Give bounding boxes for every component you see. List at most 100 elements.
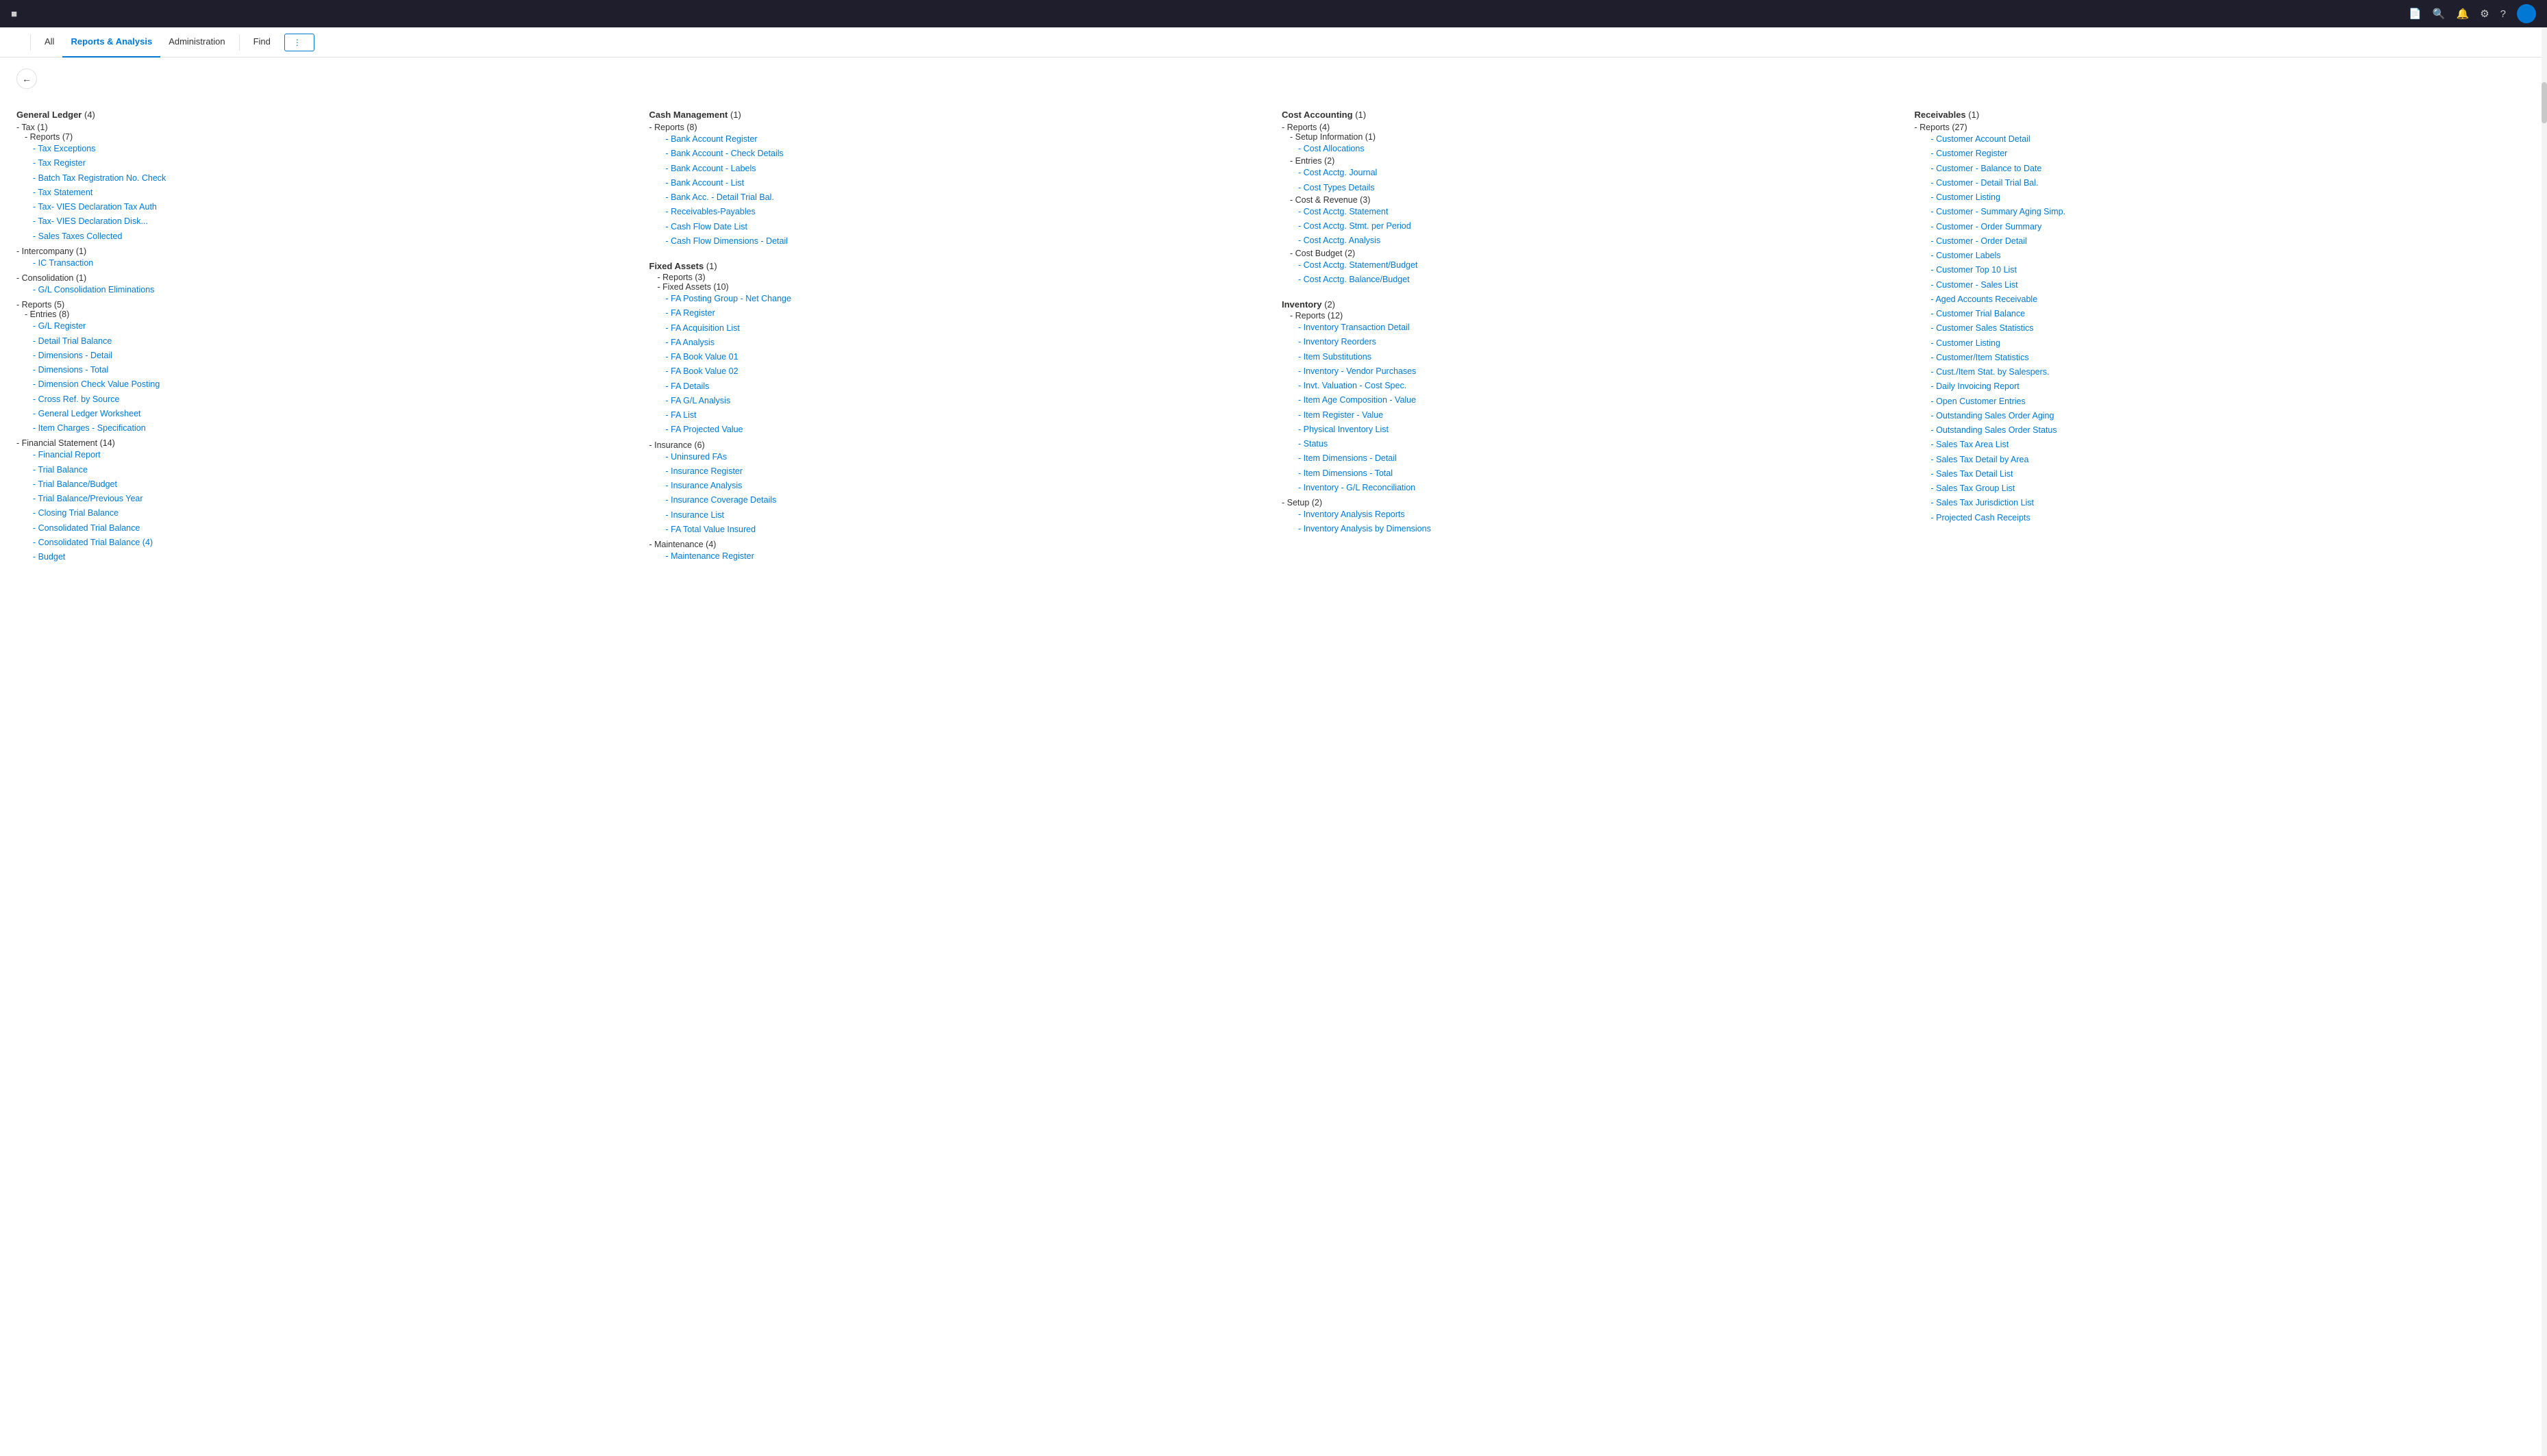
link-item-2-2-1[interactable]: - Inventory Analysis by Dimensions bbox=[1282, 522, 1898, 536]
link-item-3-0-8[interactable]: - Customer Labels bbox=[1915, 249, 2531, 263]
avatar[interactable] bbox=[2517, 4, 2536, 23]
link-item-3-0-23[interactable]: - Sales Tax Detail List bbox=[1915, 467, 2531, 481]
link-item-1-1-11[interactable]: - FA Projected Value bbox=[649, 423, 1266, 437]
link-item-2-1-9[interactable]: - Status bbox=[1282, 437, 1898, 451]
document-icon[interactable]: 📄 bbox=[2409, 8, 2422, 20]
link-item-2-1-8[interactable]: - Physical Inventory List bbox=[1282, 423, 1898, 437]
link-item-2-0-11[interactable]: - Cost Acctg. Balance/Budget bbox=[1282, 273, 1898, 287]
link-item-1-0-4[interactable]: - Bank Acc. - Detail Trial Bal. bbox=[649, 190, 1266, 205]
link-item-1-1-3[interactable]: - FA Register bbox=[649, 306, 1266, 321]
link-item-0-4-1[interactable]: - Trial Balance bbox=[16, 463, 633, 477]
link-item-2-1-1[interactable]: - Inventory Transaction Detail bbox=[1282, 321, 1898, 335]
link-item-2-0-4[interactable]: - Cost Types Details bbox=[1282, 181, 1898, 195]
link-item-3-0-11[interactable]: - Aged Accounts Receivable bbox=[1915, 292, 2531, 307]
nav-item-administration[interactable]: Administration bbox=[160, 27, 233, 58]
link-item-1-1-9[interactable]: - FA G/L Analysis bbox=[649, 394, 1266, 408]
link-item-0-0-7[interactable]: - Sales Taxes Collected bbox=[16, 229, 633, 244]
link-item-0-4-3[interactable]: - Trial Balance/Previous Year bbox=[16, 492, 633, 506]
link-item-3-0-17[interactable]: - Daily Invoicing Report bbox=[1915, 379, 2531, 394]
nav-item-all[interactable]: All bbox=[36, 27, 62, 58]
link-item-2-1-3[interactable]: - Item Substitutions bbox=[1282, 350, 1898, 364]
gear-icon[interactable]: ⚙ bbox=[2480, 8, 2489, 20]
link-item-1-0-6[interactable]: - Cash Flow Date List bbox=[649, 220, 1266, 234]
link-item-2-0-8[interactable]: - Cost Acctg. Analysis bbox=[1282, 234, 1898, 248]
link-item-0-3-1[interactable]: - G/L Register bbox=[16, 319, 633, 334]
link-item-3-0-7[interactable]: - Customer - Order Detail bbox=[1915, 234, 2531, 249]
link-item-3-0-19[interactable]: - Outstanding Sales Order Aging bbox=[1915, 409, 2531, 423]
link-item-0-0-2[interactable]: - Tax Register bbox=[16, 156, 633, 171]
link-item-3-0-15[interactable]: - Customer/Item Statistics bbox=[1915, 351, 2531, 365]
link-item-1-1-6[interactable]: - FA Book Value 01 bbox=[649, 350, 1266, 364]
scrollbar-track[interactable] bbox=[2542, 27, 2547, 1456]
link-item-0-4-5[interactable]: - Consolidated Trial Balance bbox=[16, 521, 633, 536]
link-item-0-3-7[interactable]: - General Ledger Worksheet bbox=[16, 407, 633, 421]
link-item-1-0-7[interactable]: - Cash Flow Dimensions - Detail bbox=[649, 234, 1266, 249]
search-icon[interactable]: 🔍 bbox=[2433, 8, 2446, 20]
link-item-1-0-1[interactable]: - Bank Account - Check Details bbox=[649, 147, 1266, 161]
link-item-3-0-14[interactable]: - Customer Listing bbox=[1915, 336, 2531, 351]
link-item-3-0-10[interactable]: - Customer - Sales List bbox=[1915, 278, 2531, 292]
link-item-0-0-5[interactable]: - Tax- VIES Declaration Tax Auth bbox=[16, 200, 633, 214]
link-item-1-2-3[interactable]: - Insurance Coverage Details bbox=[649, 493, 1266, 507]
link-item-2-1-10[interactable]: - Item Dimensions - Detail bbox=[1282, 451, 1898, 466]
link-item-1-1-5[interactable]: - FA Analysis bbox=[649, 336, 1266, 350]
link-item-1-1-10[interactable]: - FA List bbox=[649, 408, 1266, 423]
bell-icon[interactable]: 🔔 bbox=[2457, 8, 2470, 20]
link-item-3-0-5[interactable]: - Customer - Summary Aging Simp. bbox=[1915, 205, 2531, 219]
link-item-1-0-5[interactable]: - Receivables-Payables bbox=[649, 205, 1266, 219]
help-icon[interactable]: ? bbox=[2500, 8, 2506, 20]
link-item-2-1-2[interactable]: - Inventory Reorders bbox=[1282, 335, 1898, 349]
link-item-3-0-6[interactable]: - Customer - Order Summary bbox=[1915, 220, 2531, 234]
link-item-2-2-0[interactable]: - Inventory Analysis Reports bbox=[1282, 507, 1898, 522]
link-item-0-2-0[interactable]: - G/L Consolidation Eliminations bbox=[16, 283, 633, 297]
link-item-1-1-2[interactable]: - FA Posting Group - Net Change bbox=[649, 292, 1266, 306]
link-item-0-4-0[interactable]: - Financial Report bbox=[16, 448, 633, 462]
link-item-1-1-8[interactable]: - FA Details bbox=[649, 379, 1266, 394]
link-item-0-3-8[interactable]: - Item Charges - Specification bbox=[16, 421, 633, 436]
link-item-1-0-0[interactable]: - Bank Account Register bbox=[649, 132, 1266, 147]
link-item-0-0-1[interactable]: - Tax Exceptions bbox=[16, 142, 633, 156]
link-item-3-0-21[interactable]: - Sales Tax Area List bbox=[1915, 438, 2531, 452]
link-item-2-1-6[interactable]: - Item Age Composition - Value bbox=[1282, 393, 1898, 407]
link-item-1-2-4[interactable]: - Insurance List bbox=[649, 508, 1266, 523]
link-item-3-0-3[interactable]: - Customer - Detail Trial Bal. bbox=[1915, 176, 2531, 190]
nav-item-reports[interactable]: Reports & Analysis bbox=[62, 27, 160, 58]
link-item-0-3-4[interactable]: - Dimensions - Total bbox=[16, 363, 633, 377]
link-item-2-0-7[interactable]: - Cost Acctg. Stmt. per Period bbox=[1282, 219, 1898, 234]
scrollbar-thumb[interactable] bbox=[2542, 82, 2547, 123]
link-item-2-0-10[interactable]: - Cost Acctg. Statement/Budget bbox=[1282, 258, 1898, 273]
link-item-1-2-5[interactable]: - FA Total Value Insured bbox=[649, 523, 1266, 537]
back-button[interactable]: ← bbox=[16, 68, 37, 89]
link-item-2-1-4[interactable]: - Inventory - Vendor Purchases bbox=[1282, 364, 1898, 379]
link-item-0-3-2[interactable]: - Detail Trial Balance bbox=[16, 334, 633, 349]
link-item-2-1-11[interactable]: - Item Dimensions - Total bbox=[1282, 466, 1898, 481]
link-item-2-0-6[interactable]: - Cost Acctg. Statement bbox=[1282, 205, 1898, 219]
link-item-3-0-12[interactable]: - Customer Trial Balance bbox=[1915, 307, 2531, 321]
link-item-3-0-9[interactable]: - Customer Top 10 List bbox=[1915, 263, 2531, 277]
link-item-0-4-6[interactable]: - Consolidated Trial Balance (4) bbox=[16, 536, 633, 550]
link-item-1-1-7[interactable]: - FA Book Value 02 bbox=[649, 364, 1266, 379]
link-item-2-0-3[interactable]: - Cost Acctg. Journal bbox=[1282, 166, 1898, 180]
link-item-2-1-7[interactable]: - Item Register - Value bbox=[1282, 408, 1898, 423]
link-item-2-1-5[interactable]: - Invt. Valuation - Cost Spec. bbox=[1282, 379, 1898, 393]
link-item-3-0-26[interactable]: - Projected Cash Receipts bbox=[1915, 511, 2531, 525]
link-item-0-3-3[interactable]: - Dimensions - Detail bbox=[16, 349, 633, 363]
link-item-3-0-18[interactable]: - Open Customer Entries bbox=[1915, 394, 2531, 409]
link-item-0-1-0[interactable]: - IC Transaction bbox=[16, 256, 633, 271]
link-item-1-2-1[interactable]: - Insurance Register bbox=[649, 464, 1266, 479]
link-item-1-3-0[interactable]: - Maintenance Register bbox=[649, 549, 1266, 564]
link-item-0-4-7[interactable]: - Budget bbox=[16, 550, 633, 564]
link-item-3-0-20[interactable]: - Outstanding Sales Order Status bbox=[1915, 423, 2531, 438]
link-item-3-0-2[interactable]: - Customer - Balance to Date bbox=[1915, 162, 2531, 176]
link-item-0-0-4[interactable]: - Tax Statement bbox=[16, 186, 633, 200]
link-item-1-0-3[interactable]: - Bank Account - List bbox=[649, 176, 1266, 190]
link-item-0-3-5[interactable]: - Dimension Check Value Posting bbox=[16, 377, 633, 392]
link-item-2-0-1[interactable]: - Cost Allocations bbox=[1282, 142, 1898, 156]
nav-item-find[interactable]: Find bbox=[245, 27, 279, 58]
link-item-3-0-25[interactable]: - Sales Tax Jurisdiction List bbox=[1915, 496, 2531, 510]
link-item-3-0-16[interactable]: - Cust./Item Stat. by Salespers. bbox=[1915, 365, 2531, 379]
link-item-0-3-6[interactable]: - Cross Ref. by Source bbox=[16, 392, 633, 407]
link-item-0-4-4[interactable]: - Closing Trial Balance bbox=[16, 506, 633, 520]
link-item-0-0-6[interactable]: - Tax- VIES Declaration Disk... bbox=[16, 214, 633, 229]
link-item-3-0-24[interactable]: - Sales Tax Group List bbox=[1915, 481, 2531, 496]
